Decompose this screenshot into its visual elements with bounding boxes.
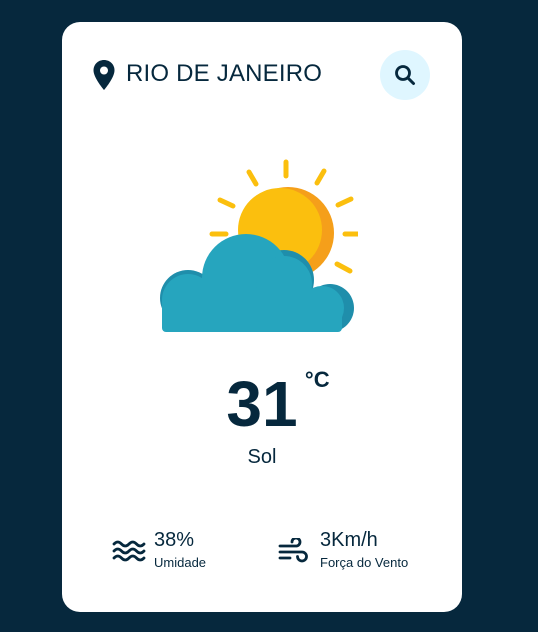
humidity-label: Umidade [154,555,207,570]
wind-icon [278,538,308,563]
search-icon [395,65,415,85]
temperature-display: 31 °C [62,366,462,446]
temperature-value: 31 °C [226,366,329,442]
weather-card: RIO DE JANEIRO 31 °C Sol 38% Umidade 3Km… [62,22,462,612]
humidity-value: 38% [154,529,195,551]
city-name: RIO DE JANEIRO [126,60,323,87]
temperature-number: 31 [226,368,298,440]
humidity-waves-icon [112,540,146,562]
wind-label: Força do Vento [320,555,409,570]
temperature-unit: °C [304,367,330,392]
map-pin-icon [93,60,115,90]
weather-description: Sol [247,446,277,468]
sun-behind-cloud-icon [160,159,358,332]
search-button[interactable] [380,50,430,100]
wind-value: 3Km/h [320,529,378,551]
location-header: RIO DE JANEIRO [62,22,462,128]
